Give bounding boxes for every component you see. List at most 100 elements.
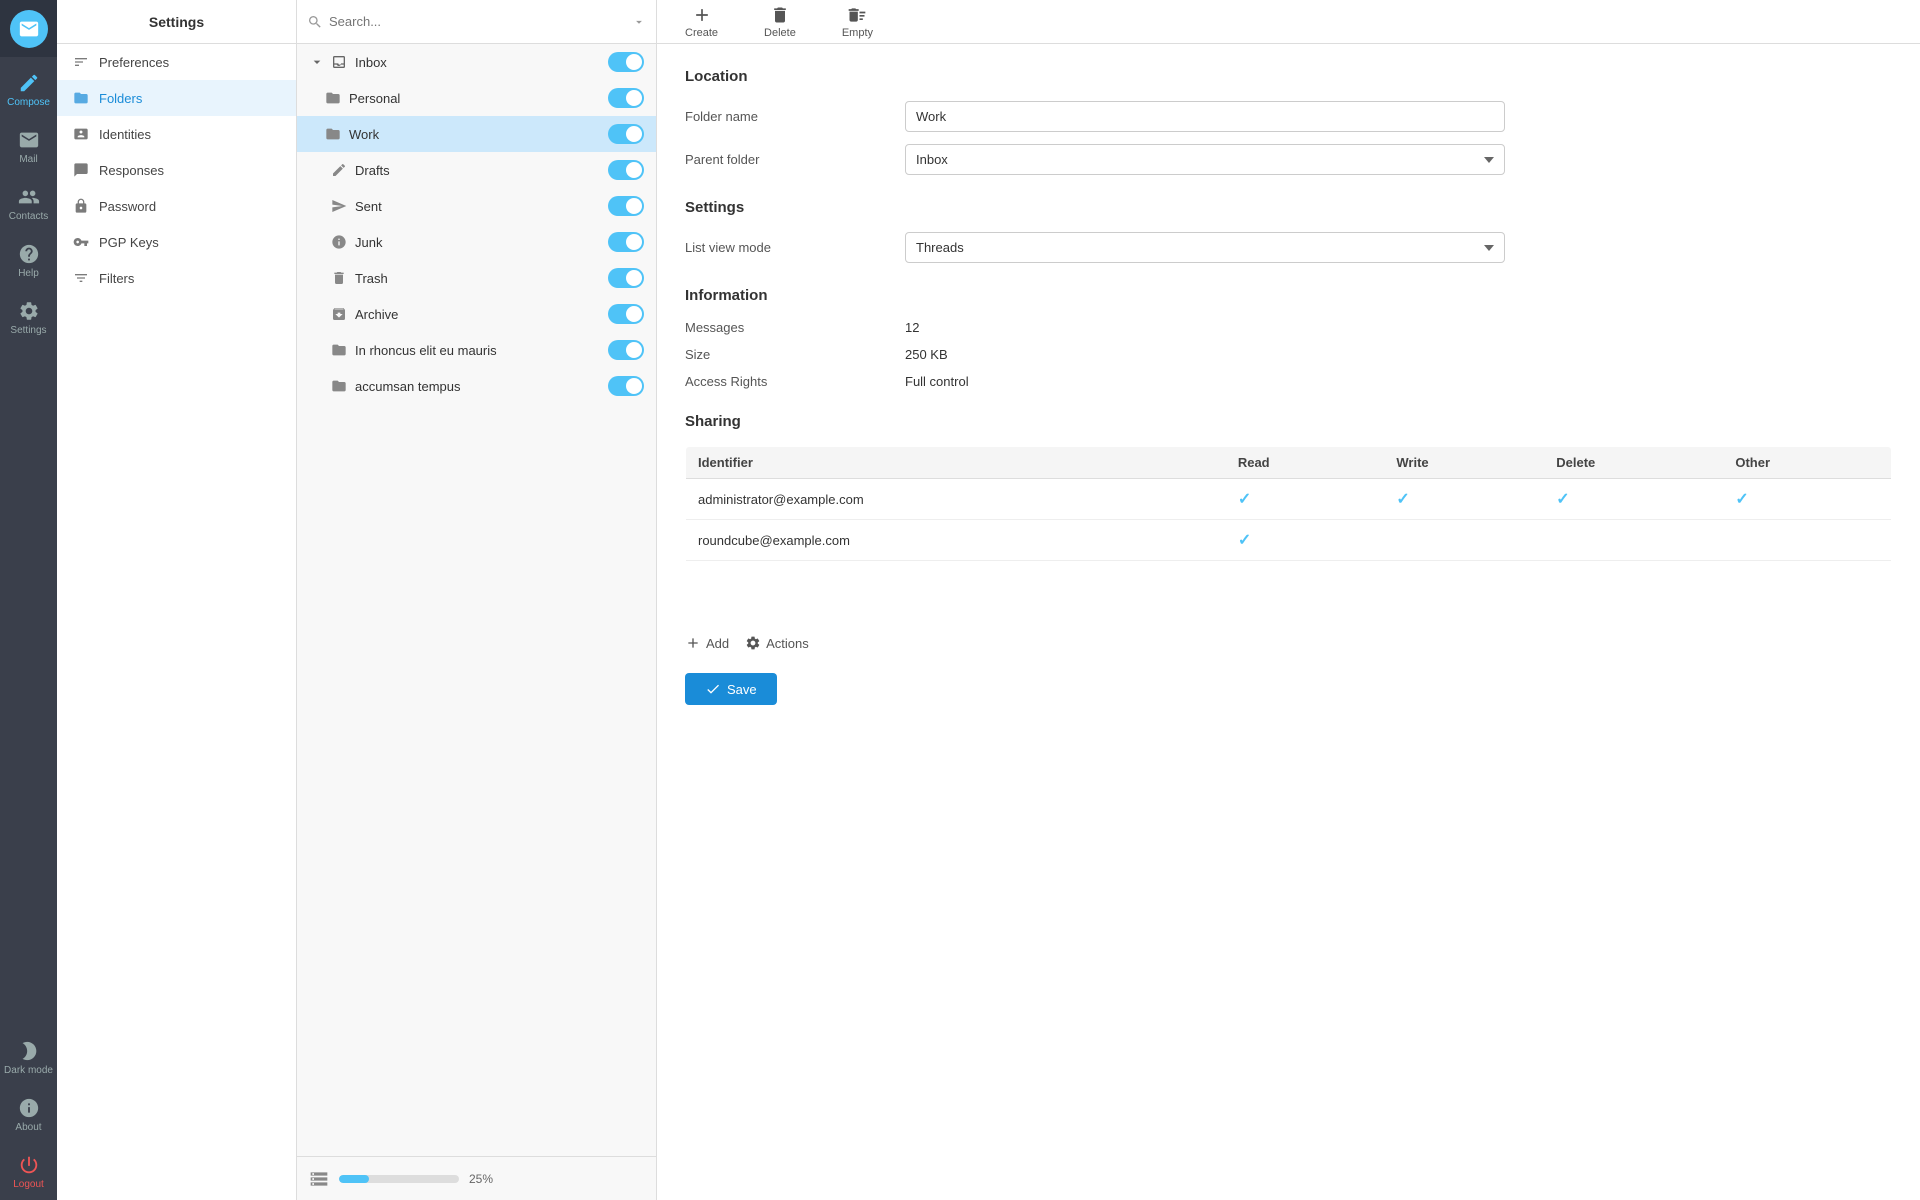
empty-icon bbox=[847, 5, 867, 25]
row1-other: ✓ bbox=[1723, 479, 1891, 520]
access-rights-value: Full control bbox=[905, 374, 969, 389]
folder-inbox[interactable]: Inbox bbox=[297, 44, 656, 80]
save-check-icon bbox=[705, 681, 721, 697]
settings-nav-password[interactable]: Password bbox=[57, 188, 296, 224]
sent-icon bbox=[331, 198, 347, 214]
personal-label: Personal bbox=[349, 91, 400, 106]
parent-folder-row: Parent folder Inbox — Root — bbox=[685, 144, 1892, 175]
custom1-toggle[interactable] bbox=[608, 340, 644, 360]
app-logo-circle bbox=[10, 10, 48, 48]
nav-help-label: Help bbox=[18, 268, 39, 279]
personal-folder-icon bbox=[325, 90, 341, 106]
inbox-toggle-icon bbox=[309, 54, 323, 70]
folder-name-row: Folder name bbox=[685, 101, 1892, 132]
drafts-toggle[interactable] bbox=[608, 160, 644, 180]
row2-other bbox=[1723, 520, 1891, 561]
col-identifier: Identifier bbox=[686, 447, 1226, 479]
nav-item-settings[interactable]: Settings bbox=[0, 289, 57, 346]
settings-title: Settings bbox=[149, 14, 204, 30]
sent-label: Sent bbox=[355, 199, 382, 214]
work-toggle[interactable] bbox=[608, 124, 644, 144]
nav-item-contacts[interactable]: Contacts bbox=[0, 175, 57, 232]
archive-icon bbox=[331, 306, 347, 322]
search-dropdown-icon[interactable] bbox=[632, 15, 646, 29]
sharing-section-title: Sharing bbox=[685, 413, 1892, 430]
work-folder-icon bbox=[325, 126, 341, 142]
folder-junk[interactable]: Junk bbox=[297, 224, 656, 260]
nav-item-help[interactable]: Help bbox=[0, 232, 57, 289]
col-read: Read bbox=[1226, 447, 1385, 479]
settings-nav-filters[interactable]: Filters bbox=[57, 260, 296, 296]
save-button[interactable]: Save bbox=[685, 673, 777, 705]
sharing-actions-button[interactable]: Actions bbox=[745, 635, 809, 651]
folder-personal[interactable]: Personal bbox=[297, 80, 656, 116]
main-content: Create Delete Empty Location Folder name… bbox=[657, 0, 1920, 1200]
nav-mail-label: Mail bbox=[19, 154, 37, 165]
folder-archive[interactable]: Archive bbox=[297, 296, 656, 332]
folders-panel: Inbox Personal Work Drafts bbox=[297, 0, 657, 1200]
settings-nav-folders[interactable]: Folders bbox=[57, 80, 296, 116]
table-row: administrator@example.com ✓ ✓ ✓ ✓ bbox=[686, 479, 1892, 520]
add-label: Add bbox=[706, 636, 729, 651]
nav-item-mail[interactable]: Mail bbox=[0, 118, 57, 175]
trash-toggle[interactable] bbox=[608, 268, 644, 288]
row2-read: ✓ bbox=[1226, 520, 1385, 561]
create-icon bbox=[692, 5, 712, 25]
settings-nav-password-label: Password bbox=[99, 199, 156, 214]
drafts-icon bbox=[331, 162, 347, 178]
search-icon bbox=[307, 14, 323, 30]
custom2-label: accumsan tempus bbox=[355, 379, 461, 394]
search-input[interactable] bbox=[329, 14, 626, 29]
folder-custom1[interactable]: In rhoncus elit eu mauris bbox=[297, 332, 656, 368]
row2-identifier: roundcube@example.com bbox=[686, 520, 1226, 561]
personal-toggle[interactable] bbox=[608, 88, 644, 108]
nav-item-logout[interactable]: Logout bbox=[0, 1143, 57, 1200]
list-view-mode-select[interactable]: Threads Messages Conversations bbox=[905, 232, 1505, 263]
access-rights-label: Access Rights bbox=[685, 374, 905, 389]
custom1-folder-icon bbox=[331, 342, 347, 358]
custom2-toggle[interactable] bbox=[608, 376, 644, 396]
archive-label: Archive bbox=[355, 307, 398, 322]
settings-nav-preferences[interactable]: Preferences bbox=[57, 44, 296, 80]
nav-item-about[interactable]: About bbox=[0, 1086, 57, 1143]
sent-toggle[interactable] bbox=[608, 196, 644, 216]
folder-trash[interactable]: Trash bbox=[297, 260, 656, 296]
work-label: Work bbox=[349, 127, 379, 142]
settings-section-title: Settings bbox=[685, 199, 1892, 216]
folder-drafts[interactable]: Drafts bbox=[297, 152, 656, 188]
row1-write: ✓ bbox=[1384, 479, 1544, 520]
parent-folder-select-wrapper: Inbox — Root — bbox=[905, 144, 1505, 175]
folder-name-input[interactable] bbox=[905, 101, 1505, 132]
trash-icon bbox=[331, 270, 347, 286]
size-label: Size bbox=[685, 347, 905, 362]
settings-header: Settings bbox=[57, 0, 296, 44]
list-view-mode-row: List view mode Threads Messages Conversa… bbox=[685, 232, 1892, 263]
settings-nav-responses-label: Responses bbox=[99, 163, 164, 178]
nav-item-compose[interactable]: Compose bbox=[0, 61, 57, 118]
archive-toggle[interactable] bbox=[608, 304, 644, 324]
folder-name-input-wrapper bbox=[905, 101, 1505, 132]
inbox-toggle[interactable] bbox=[608, 52, 644, 72]
folder-custom2[interactable]: accumsan tempus bbox=[297, 368, 656, 404]
messages-row: Messages 12 bbox=[685, 320, 1892, 335]
parent-folder-select[interactable]: Inbox — Root — bbox=[905, 144, 1505, 175]
settings-nav-filters-label: Filters bbox=[99, 271, 134, 286]
storage-progress-bar bbox=[339, 1175, 459, 1183]
row2-delete bbox=[1544, 520, 1723, 561]
settings-nav-pgpkeys[interactable]: PGP Keys bbox=[57, 224, 296, 260]
create-button[interactable]: Create bbox=[677, 1, 726, 43]
settings-nav-identities[interactable]: Identities bbox=[57, 116, 296, 152]
folder-work[interactable]: Work bbox=[297, 116, 656, 152]
add-sharing-button[interactable]: Add bbox=[685, 635, 729, 651]
settings-nav-responses[interactable]: Responses bbox=[57, 152, 296, 188]
storage-icon bbox=[309, 1169, 329, 1189]
junk-toggle[interactable] bbox=[608, 232, 644, 252]
empty-button[interactable]: Empty bbox=[834, 1, 881, 43]
row1-delete: ✓ bbox=[1544, 479, 1723, 520]
folder-sent[interactable]: Sent bbox=[297, 188, 656, 224]
folders-footer: 25% bbox=[297, 1156, 656, 1200]
settings-nav-identities-label: Identities bbox=[99, 127, 151, 142]
delete-button[interactable]: Delete bbox=[756, 1, 804, 43]
nav-item-darkmode[interactable]: Dark mode bbox=[0, 1029, 57, 1086]
inbox-icon bbox=[331, 54, 347, 70]
